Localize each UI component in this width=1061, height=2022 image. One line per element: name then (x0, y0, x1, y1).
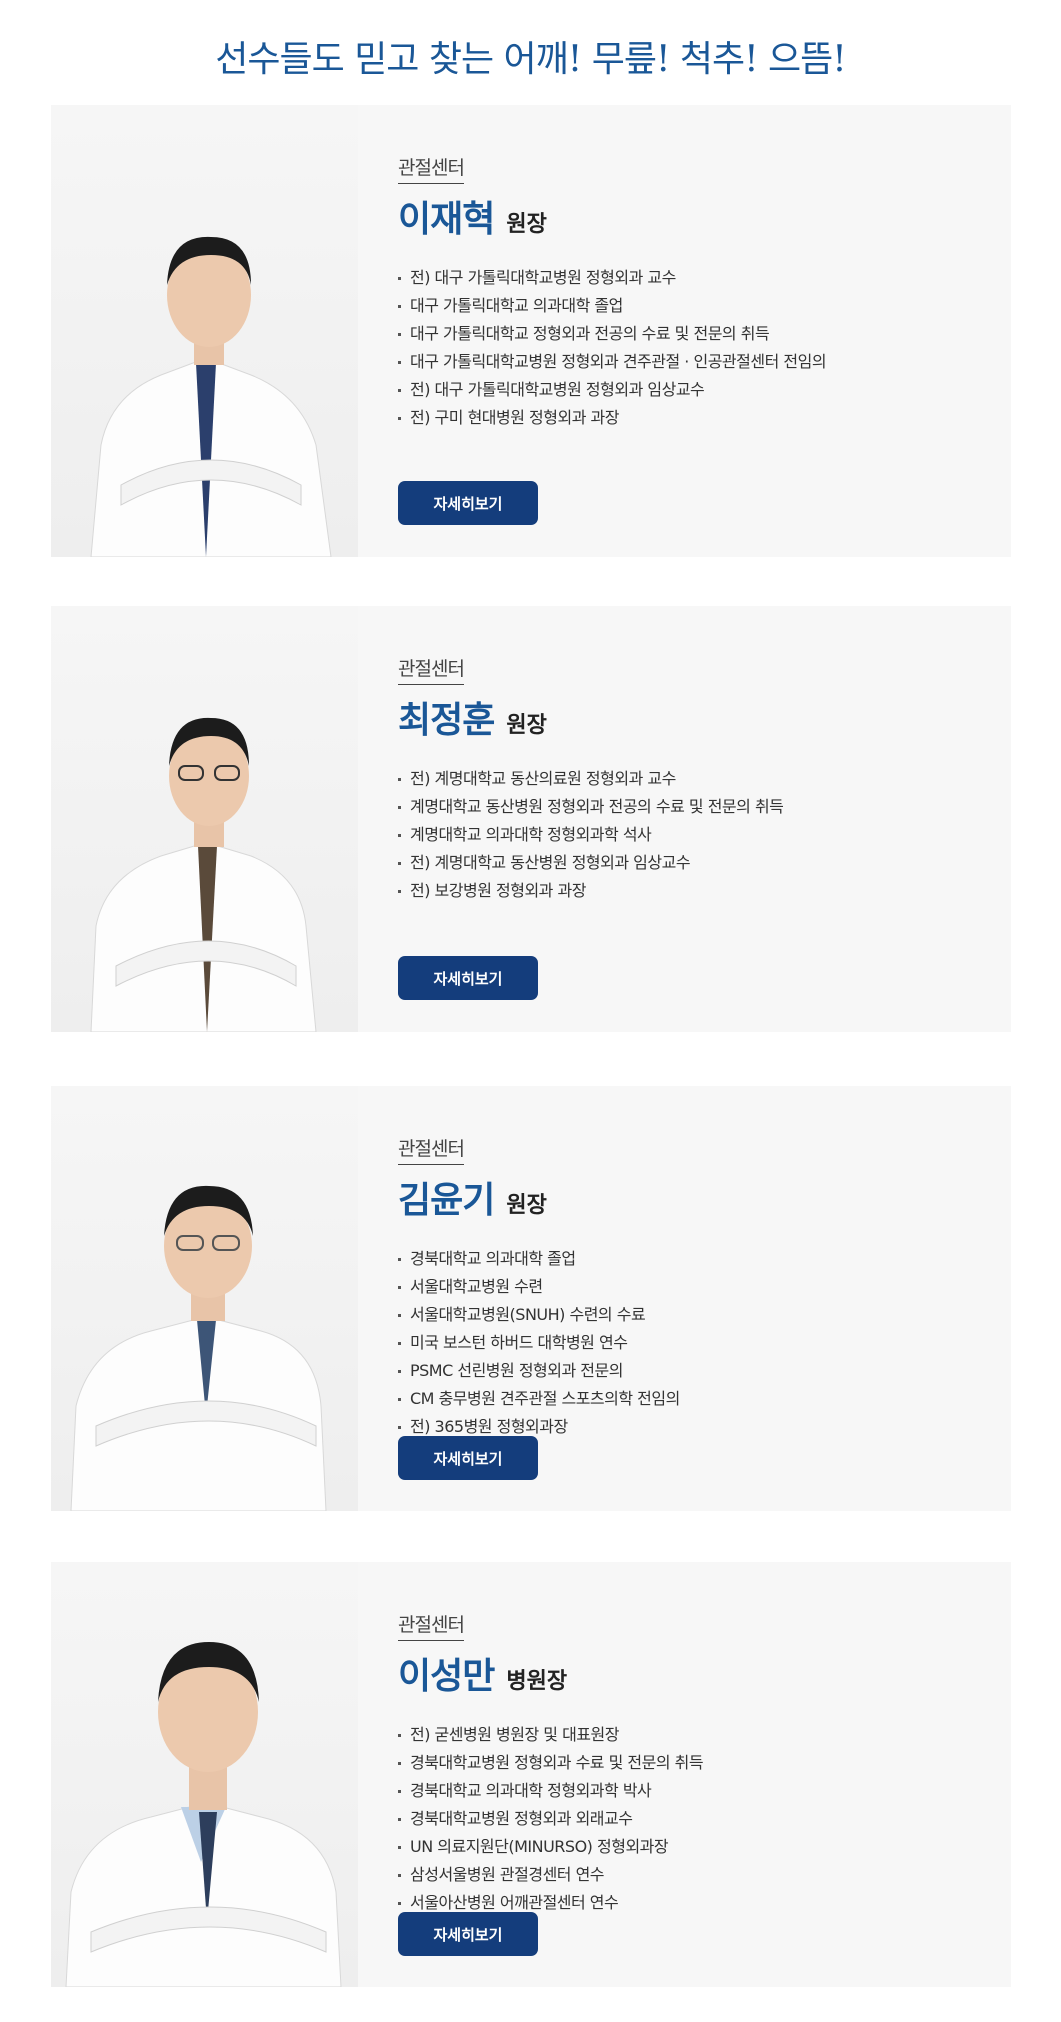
career-item: 경북대학교병원 정형외과 외래교수 (398, 1805, 703, 1833)
view-details-button[interactable]: 자세히보기 (398, 1436, 538, 1480)
department-label: 관절센터 (398, 1134, 465, 1165)
career-item: 대구 가톨릭대학교병원 정형외과 견주관절 · 인공관절센터 전임의 (398, 348, 827, 376)
career-item: 전) 굳센병원 병원장 및 대표원장 (398, 1721, 703, 1749)
department-label: 관절센터 (398, 1610, 465, 1641)
doctor-portrait-illustration (65, 1642, 342, 1987)
career-list: 경북대학교 의과대학 졸업 서울대학교병원 수련 서울대학교병원(SNUH) 수… (398, 1245, 680, 1441)
career-item: 대구 가톨릭대학교 의과대학 졸업 (398, 292, 826, 320)
doctor-title: 원장 (506, 1193, 547, 1218)
career-item: 삼성서울병원 관절경센터 연수 (398, 1861, 703, 1889)
career-item: 미국 보스턴 하버드 대학병원 연수 (398, 1329, 680, 1357)
career-list: 전) 굳센병원 병원장 및 대표원장 경북대학교병원 정형외과 수료 및 전문의… (398, 1721, 704, 1917)
doctor-card: 관절센터 최정훈 원장 전) 계명대학교 동산의료원 정형외과 교수 계명대학교… (51, 606, 1011, 1032)
career-item: 대구 가톨릭대학교 정형외과 전공의 수료 및 전문의 취득 (398, 320, 826, 348)
doctor-name: 이성만 (398, 1656, 495, 1697)
career-item: 계명대학교 동산병원 정형외과 전공의 수료 및 전문의 취득 (398, 793, 784, 821)
view-details-button[interactable]: 자세히보기 (398, 481, 538, 525)
career-item: 전) 계명대학교 동산병원 정형외과 임상교수 (398, 849, 783, 877)
career-list: 전) 계명대학교 동산의료원 정형외과 교수 계명대학교 동산병원 정형외과 전… (398, 765, 784, 905)
doctor-name: 최정훈 (398, 700, 495, 741)
career-item: 서울대학교병원(SNUH) 수련의 수료 (398, 1301, 680, 1329)
doctor-portrait-illustration (90, 236, 332, 557)
department-label: 관절센터 (398, 153, 465, 184)
doctor-photo (51, 1562, 358, 1987)
career-item: 전) 대구 가톨릭대학교병원 정형외과 임상교수 (398, 376, 826, 404)
career-item: 계명대학교 의과대학 정형외과학 석사 (398, 821, 783, 849)
doctor-name: 이재혁 (398, 199, 495, 240)
doctor-card: 관절센터 이성만 병원장 전) 굳센병원 병원장 및 대표원장 경북대학교병원 … (51, 1562, 1011, 1987)
career-item: 전) 대구 가톨릭대학교병원 정형외과 교수 (398, 264, 826, 292)
career-item: 전) 보강병원 정형외과 과장 (398, 877, 783, 905)
doctor-portrait-illustration (70, 1185, 327, 1511)
career-item: PSMC 선린병원 정형외과 전문의 (398, 1357, 680, 1385)
doctor-portrait-illustration (90, 717, 317, 1032)
doctor-title: 원장 (506, 212, 547, 237)
department-label: 관절센터 (398, 654, 465, 685)
career-item: 전) 구미 현대병원 정형외과 과장 (398, 404, 826, 432)
doctor-title: 병원장 (506, 1669, 568, 1694)
career-item: 경북대학교 의과대학 정형외과학 박사 (398, 1777, 703, 1805)
career-item: 전) 계명대학교 동산의료원 정형외과 교수 (398, 765, 783, 793)
career-item: CM 충무병원 견주관절 스포츠의학 전임의 (398, 1385, 680, 1413)
doctor-photo (51, 606, 358, 1032)
doctor-photo (51, 105, 358, 557)
view-details-button[interactable]: 자세히보기 (398, 956, 538, 1000)
doctor-name: 김윤기 (398, 1180, 495, 1221)
doctor-card: 관절센터 김윤기 원장 경북대학교 의과대학 졸업 서울대학교병원 수련 서울대… (51, 1086, 1011, 1511)
career-item: 경북대학교병원 정형외과 수료 및 전문의 취득 (398, 1749, 704, 1777)
doctor-photo (51, 1086, 358, 1511)
career-item: 경북대학교 의과대학 졸업 (398, 1245, 680, 1273)
doctor-card: 관절센터 이재혁 원장 전) 대구 가톨릭대학교병원 정형외과 교수 대구 가톨… (51, 105, 1011, 557)
doctor-title: 원장 (506, 713, 547, 738)
career-item: 서울대학교병원 수련 (398, 1273, 680, 1301)
career-list: 전) 대구 가톨릭대학교병원 정형외과 교수 대구 가톨릭대학교 의과대학 졸업… (398, 264, 827, 432)
view-details-button[interactable]: 자세히보기 (398, 1912, 538, 1956)
page-headline: 선수들도 믿고 찾는 어깨! 무릎! 척추! 으뜸! (215, 39, 846, 80)
career-item: UN 의료지원단(MINURSO) 정형외과장 (398, 1833, 703, 1861)
